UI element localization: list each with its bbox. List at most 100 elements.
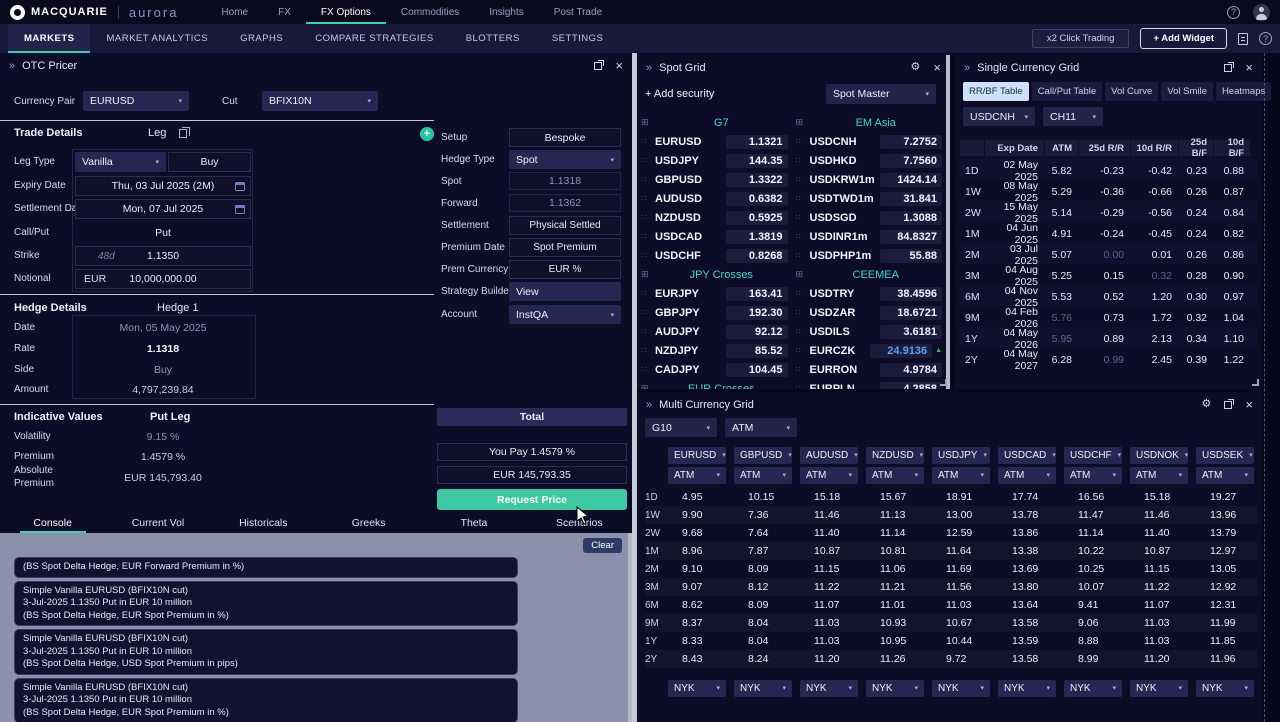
mcg-venue-select-audusd[interactable]: NYK▾: [800, 680, 858, 697]
expiry-date-field[interactable]: Thu, 03 Jul 2025 (2M): [75, 176, 251, 196]
strategy-builder-view-button[interactable]: View: [509, 282, 621, 301]
premium-date-field[interactable]: Spot Premium: [509, 238, 621, 257]
spot-row-nzdusd[interactable]: ∷NZDUSD0.5925: [641, 208, 788, 227]
add-security-button[interactable]: + Add security: [645, 88, 714, 100]
scg-table-row-1d[interactable]: 1D02 May 20255.82-0.23-0.420.230.88: [959, 159, 1258, 180]
spot-row-usdcnh[interactable]: ∷USDCNH7.2752: [796, 132, 943, 151]
clear-button[interactable]: Clear: [583, 538, 622, 553]
add-leg-button[interactable]: +: [420, 127, 434, 141]
mcg-pair-select-usdsek[interactable]: USDSEK▾: [1196, 447, 1254, 464]
scg-tab-call-put-table[interactable]: Call/Put Table: [1032, 82, 1102, 101]
spot-row-usdsgd[interactable]: ∷USDSGD1.3088: [796, 208, 943, 227]
popout-icon[interactable]: [1224, 64, 1232, 72]
spot-row-eurusd[interactable]: ∷EURUSD1.1321: [641, 132, 788, 151]
mcg-sub-select-eurusd[interactable]: ATM▾: [668, 467, 726, 484]
nav-item-insights[interactable]: Insights: [474, 0, 538, 24]
spot-row-gbpusd[interactable]: ∷GBPUSD1.3322: [641, 170, 788, 189]
collapse-icon[interactable]: »: [646, 62, 652, 74]
strike-field[interactable]: 48d 1.1350: [75, 246, 251, 266]
prem-currency-field[interactable]: EUR %: [509, 260, 621, 279]
spot-row-usdtwd1m[interactable]: ∷USDTWD1m31.841: [796, 189, 943, 208]
leg-type-select[interactable]: Vanilla ▾: [75, 152, 166, 172]
spot-row-usdinr1m[interactable]: ∷USDINR1m84.8327: [796, 227, 943, 246]
spot-row-usdhkd[interactable]: ∷USDHKD7.7560: [796, 151, 943, 170]
click-trading-button[interactable]: x2 Click Trading: [1032, 29, 1130, 48]
scg-table-row-2y[interactable]: 2Y04 May 20276.280.992.450.391.22: [959, 348, 1258, 369]
nav-item-fx[interactable]: FX: [263, 0, 306, 24]
notional-currency[interactable]: EUR: [84, 273, 106, 285]
nav-item-home[interactable]: Home: [206, 0, 263, 24]
tab-markets[interactable]: MARKETS: [8, 24, 90, 53]
mcg-sub-select-usdnok[interactable]: ATM▾: [1130, 467, 1188, 484]
collapse-icon[interactable]: »: [964, 62, 970, 74]
spot-row-usdchf[interactable]: ∷USDCHF0.8268: [641, 246, 788, 265]
resize-handle[interactable]: [1252, 379, 1259, 386]
spot-row-usdtry[interactable]: ∷USDTRY38.4596: [796, 284, 943, 303]
spot-row-usdzar[interactable]: ∷USDZAR18.6721: [796, 303, 943, 322]
mcg-sub-select-nzdusd[interactable]: ATM▾: [866, 467, 924, 484]
scg-table-row-1w[interactable]: 1W08 May 20255.29-0.36-0.660.260.87: [959, 180, 1258, 201]
scg-table-row-2m[interactable]: 2M03 Jul 20255.070.000.010.260.86: [959, 243, 1258, 264]
close-icon[interactable]: ×: [615, 59, 623, 72]
scg-table-row-1m[interactable]: 1M04 Jun 20254.91-0.24-0.450.240.82: [959, 222, 1258, 243]
gear-icon[interactable]: ⚙: [911, 62, 921, 73]
spot-view-select[interactable]: Spot Master ▾: [826, 84, 936, 104]
spot-row-eurjpy[interactable]: ∷EURJPY163.41: [641, 284, 788, 303]
nav-item-fx-options[interactable]: FX Options: [306, 0, 386, 24]
mcg-venue-select-usdjpy[interactable]: NYK▾: [932, 680, 990, 697]
hedge-type-select[interactable]: Spot ▾: [509, 150, 621, 169]
spot-row-eurpln[interactable]: ∷EURPLN4.2858: [796, 379, 943, 389]
scg-table-row-9m[interactable]: 9M04 Feb 20265.760.731.720.321.04: [959, 306, 1258, 327]
spot-row-nzdjpy[interactable]: ∷NZDJPY85.52: [641, 341, 788, 360]
console-tab-current-vol[interactable]: Current Vol: [105, 513, 210, 533]
mcg-pair-select-gbpusd[interactable]: GBPUSD▾: [734, 447, 792, 464]
cut-select[interactable]: BFIX10N ▾: [262, 91, 378, 111]
mcg-sub-select-audusd[interactable]: ATM▾: [800, 467, 858, 484]
scg-tab-rr-bf-table[interactable]: RR/BF Table: [963, 82, 1029, 101]
popout-icon[interactable]: [594, 62, 602, 70]
scg-table-row-1y[interactable]: 1Y04 May 20265.950.892.130.341.10: [959, 327, 1258, 348]
spot-row-usdils[interactable]: ∷USDILS3.6181: [796, 322, 943, 341]
mcg-pair-select-usdjpy[interactable]: USDJPY▾: [932, 447, 990, 464]
leg-tab[interactable]: Leg: [148, 127, 166, 139]
scg-table-row-2w[interactable]: 2W15 May 20255.14-0.29-0.560.240.84: [959, 201, 1258, 222]
mcg-venue-select-usdnok[interactable]: NYK▾: [1130, 680, 1188, 697]
collapse-icon[interactable]: »: [9, 60, 15, 72]
console-tab-greeks[interactable]: Greeks: [316, 513, 421, 533]
spot-row-usdcad[interactable]: ∷USDCAD1.3819: [641, 227, 788, 246]
collapse-icon[interactable]: »: [646, 399, 652, 411]
calendar-icon[interactable]: [235, 205, 245, 214]
gear-icon[interactable]: ⚙: [1202, 399, 1212, 410]
mcg-sub-select-usdcad[interactable]: ATM▾: [998, 467, 1056, 484]
mcg-sub-select-usdsek[interactable]: ATM▾: [1196, 467, 1254, 484]
mcg-pair-select-usdnok[interactable]: USDNOK▾: [1130, 447, 1188, 464]
mcg-pair-select-usdchf[interactable]: USDCHF▾: [1064, 447, 1122, 464]
notional-field[interactable]: EUR 10,000,000.00: [75, 269, 251, 289]
mcg-pair-select-usdcad[interactable]: USDCAD▾: [998, 447, 1056, 464]
console-tab-console[interactable]: Console: [0, 513, 105, 533]
tab-compare-strategies[interactable]: COMPARE STRATEGIES: [299, 24, 449, 53]
save-layout-icon[interactable]: [1238, 33, 1248, 45]
spot-row-usdphp1m[interactable]: ∷USDPHP1m55.88: [796, 246, 943, 265]
scg-tab-vol-curve[interactable]: Vol Curve: [1105, 82, 1158, 101]
scg-table-row-6m[interactable]: 6M04 Nov 20255.530.521.200.300.97: [959, 285, 1258, 306]
help-icon[interactable]: ?: [1259, 32, 1272, 45]
spot-row-gbpjpy[interactable]: ∷GBPJPY192.30: [641, 303, 788, 322]
mcg-venue-select-usdchf[interactable]: NYK▾: [1064, 680, 1122, 697]
scg-tab-vol-smile[interactable]: Vol Smile: [1161, 82, 1213, 101]
settlement-field[interactable]: Physical Settled: [509, 216, 621, 235]
resize-handle[interactable]: [940, 379, 947, 386]
hedge-tab[interactable]: Hedge 1: [157, 302, 199, 314]
mcg-venue-select-usdsek[interactable]: NYK▾: [1196, 680, 1254, 697]
close-icon[interactable]: ×: [933, 61, 941, 74]
mcg-sub-select-usdjpy[interactable]: ATM▾: [932, 467, 990, 484]
request-price-button[interactable]: Request Price: [437, 489, 627, 510]
nav-item-commodities[interactable]: Commodities: [386, 0, 474, 24]
tab-blotters[interactable]: BLOTTERS: [450, 24, 536, 53]
setup-field[interactable]: Bespoke: [509, 128, 621, 147]
tab-graphs[interactable]: GRAPHS: [224, 24, 299, 53]
callput-value[interactable]: Put: [75, 223, 251, 243]
calendar-icon[interactable]: [235, 182, 245, 191]
mcg-venue-select-nzdusd[interactable]: NYK▾: [866, 680, 924, 697]
scg-tab-heatmaps[interactable]: Heatmaps: [1216, 82, 1271, 101]
